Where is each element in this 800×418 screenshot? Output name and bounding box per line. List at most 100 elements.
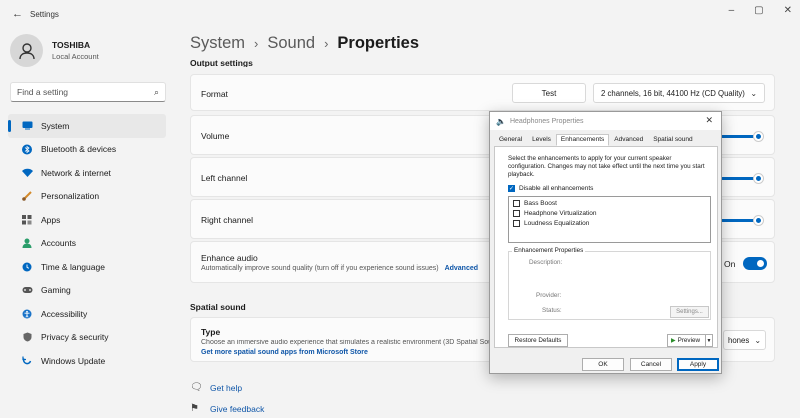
chevron-down-icon: ⌄ — [754, 335, 761, 345]
shield-icon — [21, 331, 33, 343]
tab-enhancements[interactable]: Enhancements — [555, 134, 610, 146]
breadcrumb: System › Sound › Properties — [190, 34, 419, 53]
toggle-state-label: On — [724, 259, 736, 269]
left-channel-slider[interactable] — [721, 174, 763, 183]
search-box[interactable]: ⌕ — [10, 82, 166, 102]
format-dropdown[interactable]: 2 channels, 16 bit, 44100 Hz (CD Quality… — [593, 83, 765, 103]
preview-button[interactable]: ▶ Preview ▼ — [667, 334, 713, 347]
tab-general[interactable]: General — [494, 134, 527, 146]
sidebar-item-accessibility[interactable]: Accessibility — [8, 302, 166, 326]
sidebar-item-privacy[interactable]: Privacy & security — [8, 326, 166, 350]
chevron-right-icon: › — [254, 36, 259, 51]
list-item[interactable]: Headphone Virtualization — [513, 210, 706, 217]
settings-button[interactable]: Settings... — [670, 306, 709, 318]
monitor-icon — [21, 120, 33, 132]
sidebar-item-bluetooth[interactable]: Bluetooth & devices — [8, 138, 166, 162]
sidebar-item-accounts[interactable]: Accounts — [8, 232, 166, 256]
right-channel-slider[interactable] — [721, 216, 763, 225]
sidebar-item-personalization[interactable]: Personalization — [8, 185, 166, 209]
sidebar-item-label: Windows Update — [41, 355, 106, 366]
check-icon: ✓ — [508, 185, 515, 192]
enhance-audio-toggle[interactable] — [743, 257, 767, 270]
title-bar: ← Settings – ▢ ✕ — [0, 0, 800, 30]
enhancement-properties-group: Enhancement Properties Description: Prov… — [508, 247, 711, 320]
list-item[interactable]: Bass Boost — [513, 200, 706, 207]
close-icon[interactable]: ✕ — [705, 115, 713, 126]
speaker-icon: 🔈 — [496, 116, 506, 126]
preview-label: Preview — [677, 337, 701, 344]
tab-levels[interactable]: Levels — [527, 134, 556, 146]
spatial-type-description: Choose an immersive audio experience tha… — [201, 339, 491, 346]
tab-spatial-sound[interactable]: Spatial sound — [648, 134, 697, 146]
avatar — [10, 34, 43, 67]
page-title: Properties — [337, 34, 420, 52]
volume-slider[interactable] — [721, 132, 763, 141]
checkbox[interactable] — [513, 220, 520, 227]
search-icon[interactable]: ⌕ — [154, 87, 159, 98]
status-label: Status: — [542, 307, 562, 314]
app-title: Settings — [30, 10, 59, 19]
spatial-type-dropdown[interactable]: hones ⌄ — [723, 330, 766, 350]
sidebar-item-windows-update[interactable]: Windows Update — [8, 349, 166, 373]
enhancement-label: Bass Boost — [524, 200, 557, 207]
provider-label: Provider: — [536, 292, 562, 299]
help-icon: 🗨 — [190, 382, 203, 393]
give-feedback-link[interactable]: ⚑ Give feedback — [190, 403, 264, 414]
sidebar-nav: System Bluetooth & devices Network & int… — [8, 114, 166, 373]
profile[interactable]: TOSHIBA Local Account — [10, 34, 99, 67]
slider-thumb[interactable] — [754, 174, 763, 183]
update-icon — [21, 355, 33, 367]
advanced-link[interactable]: Advanced — [445, 265, 478, 272]
maximize-icon[interactable]: ▢ — [754, 5, 763, 16]
apply-button[interactable]: Apply — [677, 358, 719, 371]
disable-all-label: Disable all enhancements — [519, 185, 594, 192]
microsoft-store-link[interactable]: Get more spatial sound apps from Microso… — [201, 349, 368, 356]
chevron-down-icon[interactable]: ▼ — [705, 335, 712, 346]
sidebar-item-apps[interactable]: Apps — [8, 208, 166, 232]
format-value: 2 channels, 16 bit, 44100 Hz (CD Quality… — [601, 88, 745, 98]
enhancement-label: Headphone Virtualization — [524, 210, 597, 217]
enhancement-label: Loudness Equalization — [524, 220, 590, 227]
slider-thumb[interactable] — [754, 132, 763, 141]
back-arrow-icon[interactable]: ← — [12, 8, 23, 20]
breadcrumb-sound[interactable]: Sound — [267, 34, 315, 53]
spatial-type-label: Type — [201, 327, 221, 337]
chevron-right-icon: › — [324, 36, 329, 51]
cancel-button[interactable]: Cancel — [630, 358, 672, 371]
dialog-title: Headphones Properties — [509, 117, 584, 125]
person-icon — [18, 42, 35, 59]
enhancements-intro: Select the enhancements to apply for you… — [508, 155, 705, 178]
feedback-icon: ⚑ — [190, 403, 199, 414]
enhancement-properties-title: Enhancement Properties — [512, 247, 586, 254]
sidebar-item-network[interactable]: Network & internet — [8, 161, 166, 185]
sidebar-item-system[interactable]: System — [8, 114, 166, 138]
minimize-icon[interactable]: – — [729, 5, 735, 16]
list-item[interactable]: Loudness Equalization — [513, 220, 706, 227]
checkbox[interactable] — [513, 210, 520, 217]
sidebar-item-label: Network & internet — [41, 167, 111, 178]
ok-button[interactable]: OK — [582, 358, 624, 371]
disable-all-checkbox[interactable]: ✓ Disable all enhancements — [508, 185, 593, 192]
bluetooth-icon — [21, 143, 33, 155]
checkbox[interactable] — [513, 200, 520, 207]
enhance-audio-title: Enhance audio — [201, 253, 258, 263]
sidebar-item-label: Bluetooth & devices — [41, 144, 117, 155]
restore-defaults-button[interactable]: Restore Defaults — [508, 334, 568, 347]
breadcrumb-system[interactable]: System — [190, 34, 245, 53]
sidebar-item-time-language[interactable]: Time & language — [8, 255, 166, 279]
person-icon — [21, 237, 33, 249]
brush-icon — [21, 190, 33, 202]
description-label: Description: — [529, 259, 563, 266]
close-icon[interactable]: ✕ — [784, 5, 792, 16]
right-channel-label: Right channel — [201, 215, 253, 225]
get-help-link[interactable]: 🗨 Get help — [190, 382, 242, 393]
profile-name: TOSHIBA — [52, 40, 91, 50]
search-input[interactable] — [17, 87, 154, 97]
tab-advanced[interactable]: Advanced — [609, 134, 648, 146]
globe-clock-icon — [21, 261, 33, 273]
test-button[interactable]: Test — [512, 83, 586, 103]
sidebar-item-gaming[interactable]: Gaming — [8, 279, 166, 303]
slider-thumb[interactable] — [754, 216, 763, 225]
sidebar-item-label: Accounts — [41, 238, 76, 249]
give-feedback-label: Give feedback — [210, 403, 265, 414]
